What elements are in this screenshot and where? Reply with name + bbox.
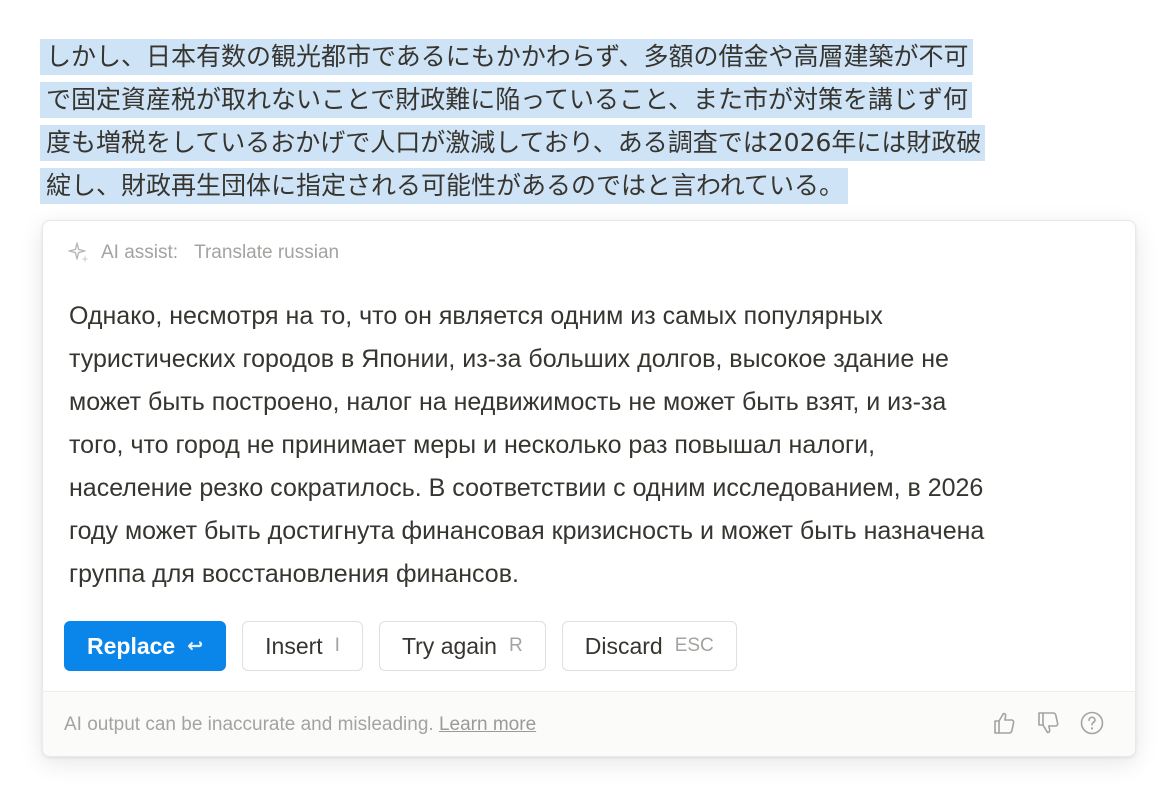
thumbs-down-icon[interactable] <box>1035 710 1061 736</box>
selected-source-paragraph[interactable]: しかし、日本有数の観光都市であるにもかかわらず、多額の借金や高層建築が不可 で固… <box>40 35 1140 207</box>
feedback-icons <box>991 710 1105 736</box>
learn-more-link[interactable]: Learn more <box>439 714 536 735</box>
try-again-button[interactable]: Try again R <box>378 621 546 671</box>
page: しかし、日本有数の観光都市であるにもかかわらず、多額の借金や高層建築が不可 で固… <box>0 0 1171 812</box>
output-line: население резко сократилось. В соответст… <box>69 474 984 502</box>
return-key-icon: ↩ <box>187 635 204 657</box>
output-line: группа для восстановления финансов. <box>69 560 519 588</box>
translation-output: Однако, несмотря на то, что он является … <box>69 295 1119 596</box>
source-line: しかし、日本有数の観光都市であるにもかかわらず、多額の借金や高層建築が不可 <box>40 35 1140 78</box>
source-line: 度も増税をしているおかげで人口が激減しており、ある調査では2026年には財政破 <box>40 121 1140 164</box>
output-line: может быть построено, налог на недвижимо… <box>69 388 947 416</box>
panel-footer: AI output can be inaccurate and misleadi… <box>43 691 1135 756</box>
ai-disclaimer: AI output can be inaccurate and misleadi… <box>64 714 536 736</box>
sparkle-icon <box>67 241 91 265</box>
disclaimer-text: AI output can be inaccurate and misleadi… <box>64 714 434 735</box>
discard-label: Discard <box>584 632 663 659</box>
panel-header: AI assist: Translate russian <box>67 239 339 267</box>
source-line: 綻し、財政再生団体に指定される可能性があるのではと言われている。 <box>40 164 1140 207</box>
output-line: туристических городов в Японии, из-за бо… <box>69 345 949 373</box>
insert-label: Insert <box>265 632 323 659</box>
header-prefix: AI assist: <box>101 242 179 263</box>
discard-shortcut: ESC <box>674 635 714 656</box>
source-line: で固定資産税が取れないことで財政難に陥っていること、また市が対策を講じず何 <box>40 78 1140 121</box>
insert-button[interactable]: Insert I <box>242 621 363 671</box>
replace-button[interactable]: Replace ↩ <box>64 621 227 671</box>
help-icon[interactable] <box>1079 710 1105 736</box>
output-line: того, что город не принимает меры и неск… <box>69 431 876 459</box>
try-again-label: Try again <box>401 632 497 659</box>
header-command: Translate russian <box>194 242 340 263</box>
output-line: году может быть достигнута финансовая кр… <box>69 517 985 545</box>
insert-shortcut: I <box>334 635 340 656</box>
output-line: Однако, несмотря на то, что он является … <box>69 302 883 330</box>
thumbs-up-icon[interactable] <box>991 710 1017 736</box>
ai-assist-panel: AI assist: Translate russian Однако, нес… <box>42 220 1136 757</box>
discard-button[interactable]: Discard ESC <box>561 621 737 671</box>
action-bar: Replace ↩ Insert I Try again R Discard E… <box>64 621 737 671</box>
try-again-shortcut: R <box>508 635 523 656</box>
replace-label: Replace <box>87 632 176 659</box>
